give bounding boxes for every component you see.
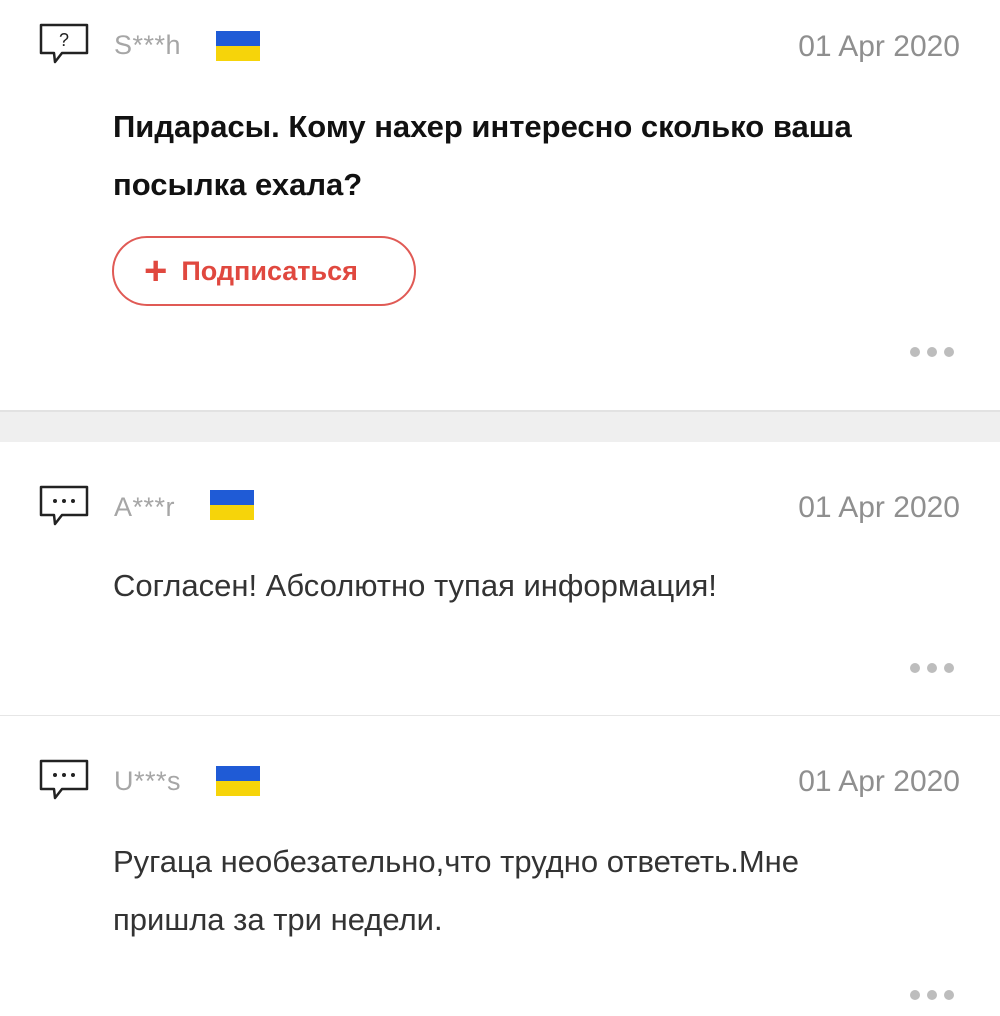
subscribe-label: Подписаться: [181, 255, 358, 286]
answer-text: Ругаца необезательно,что трудно ответеть…: [113, 844, 800, 937]
post-date: 01 Apr 2020: [798, 491, 960, 524]
username[interactable]: S***h: [114, 30, 181, 61]
plus-icon: +: [144, 249, 168, 293]
post-date: 01 Apr 2020: [798, 30, 960, 63]
ukraine-flag-icon: [216, 31, 260, 61]
svg-text:?: ?: [59, 30, 69, 50]
answer-text: Согласен! Абсолютно тупая информация!: [113, 568, 717, 603]
subscribe-button[interactable]: + Подписаться: [112, 236, 416, 306]
question-text: Пидарасы. Кому нахер интересно сколько в…: [113, 109, 852, 202]
question-post: ? S***h 01 Apr 2020 Пидарасы. Кому нахер…: [0, 0, 1000, 410]
more-dots-icon[interactable]: [910, 661, 954, 675]
answer-post: U***s 01 Apr 2020 Ругаца необезательно,ч…: [0, 716, 1000, 1016]
section-divider: [0, 410, 1000, 442]
ukraine-flag-icon: [210, 490, 254, 520]
ellipsis-bubble-icon: [38, 758, 90, 802]
answer-post: A***r 01 Apr 2020 Согласен! Абсолютно ту…: [0, 442, 1000, 716]
ellipsis-bubble-icon: [38, 484, 90, 528]
more-dots-icon[interactable]: [910, 345, 954, 359]
ukraine-flag-icon: [216, 766, 260, 796]
username[interactable]: A***r: [114, 492, 175, 523]
username[interactable]: U***s: [114, 766, 181, 797]
question-bubble-icon: ?: [38, 22, 90, 66]
post-date: 01 Apr 2020: [798, 765, 960, 798]
